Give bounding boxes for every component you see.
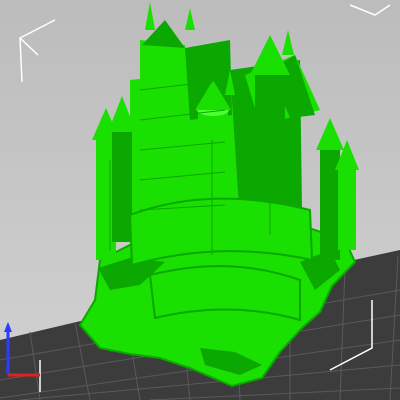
scene-svg[interactable] — [0, 0, 400, 400]
3d-viewport[interactable] — [0, 0, 400, 400]
